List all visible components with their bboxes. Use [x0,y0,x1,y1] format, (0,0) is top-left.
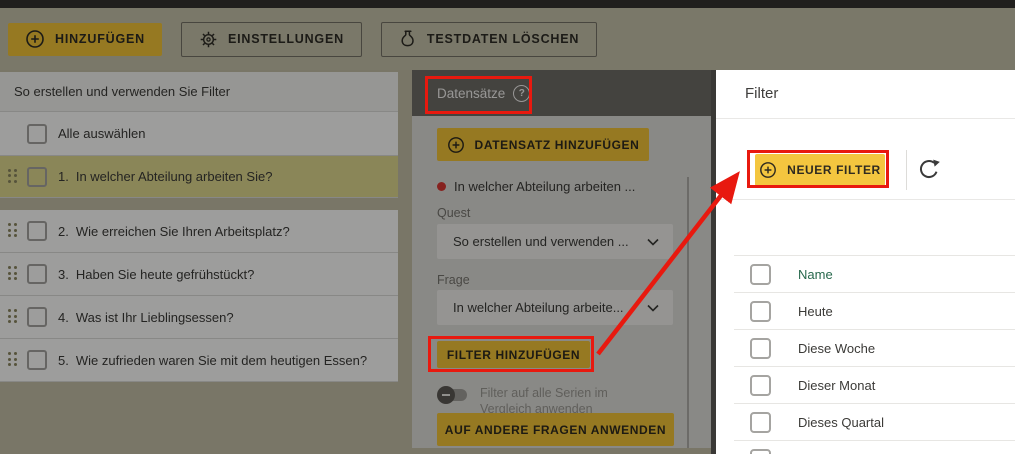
filter-row-label: Dieses Quartal [798,414,884,430]
filter-row-label: Dieser Monat [798,377,876,393]
divider [716,199,1015,200]
filter-checkbox[interactable] [750,448,771,454]
divider [716,118,1015,119]
filter-table: Name Heute Diese Woche Dieser Monat Dies… [716,255,1015,454]
filter-row-label: Diese Woche [798,340,876,356]
new-filter-button-label: NEUER FILTER [787,163,881,177]
filter-table-header-row[interactable]: Name [734,255,1015,292]
filter-checkbox[interactable] [750,337,771,359]
app-window: HINZUFÜGEN EINSTELLUNGEN TESTDATEN LÖSCH… [0,0,1015,454]
filter-row-dieses-quartal[interactable]: Dieses Quartal [734,403,1015,440]
filter-row-diese-woche[interactable]: Diese Woche [734,329,1015,366]
filter-row-dieser-monat[interactable]: Dieser Monat [734,366,1015,403]
divider [906,150,907,190]
filter-drawer-title: Filter [745,85,779,102]
filter-drawer: Filter NEUER FILTER Name Heute Diese Woc… [716,70,1015,454]
filter-checkbox[interactable] [750,374,771,396]
filter-checkbox[interactable] [750,411,771,433]
new-filter-button[interactable]: NEUER FILTER [755,154,885,186]
filter-checkbox[interactable] [750,300,771,322]
filter-row-dieses-jahr[interactable]: Dieses Jahr [734,440,1015,454]
modal-backdrop [716,0,1015,70]
filter-row-heute[interactable]: Heute [734,292,1015,329]
filter-select-all-checkbox[interactable] [750,263,771,285]
refresh-icon[interactable] [915,155,943,183]
plus-circle-icon [759,161,777,179]
filter-table-header-name: Name [798,266,833,282]
modal-backdrop [0,0,716,454]
filter-row-label: Heute [798,303,833,319]
